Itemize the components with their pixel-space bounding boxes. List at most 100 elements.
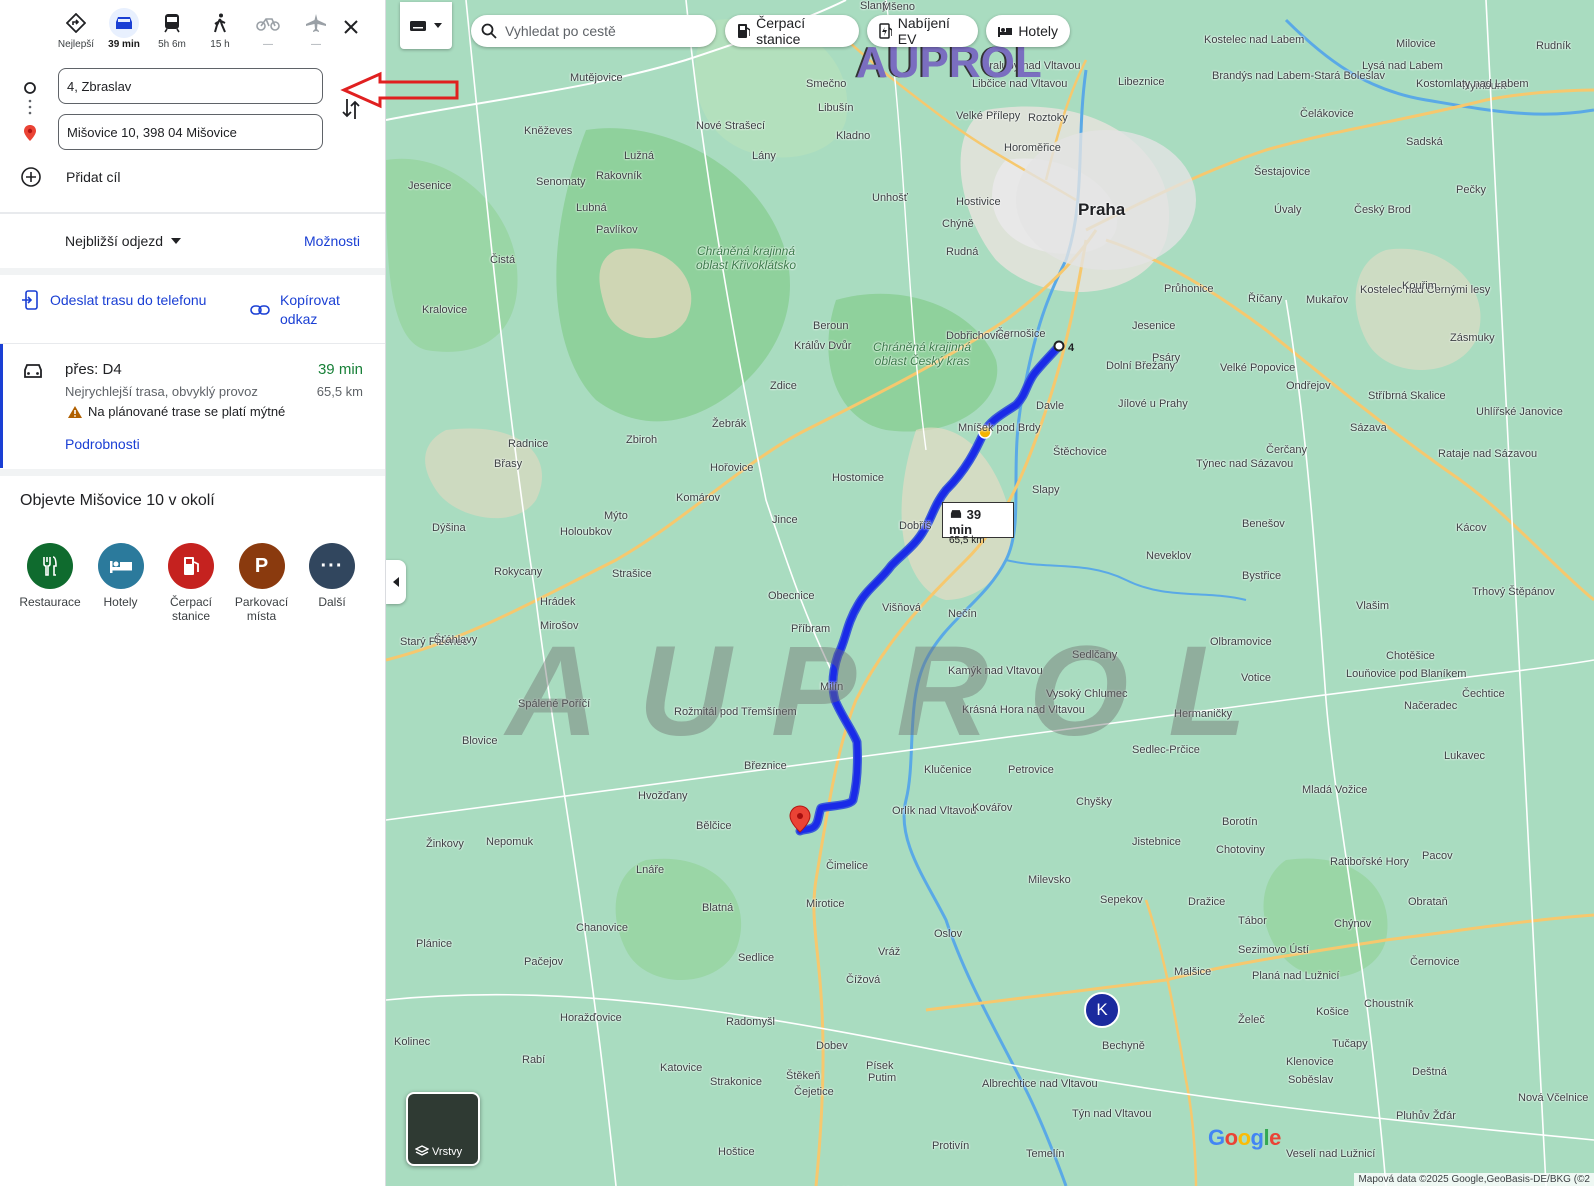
travel-mode-label: — xyxy=(263,39,273,50)
origin-input[interactable] xyxy=(58,68,323,104)
travel-mode-car[interactable]: 39 min xyxy=(100,8,148,60)
close-icon[interactable] xyxy=(338,14,364,40)
ev-charging-chip-label: Nabíjení EV xyxy=(897,15,950,47)
category-parking[interactable]: P Parkovací místa xyxy=(226,543,298,623)
hotels-chip[interactable]: Hotely xyxy=(986,15,1070,47)
divider xyxy=(0,268,385,275)
gas-stations-chip[interactable]: Čerpací stanice xyxy=(725,15,859,47)
collapse-panel-button[interactable] xyxy=(386,560,406,604)
bike-icon xyxy=(253,8,283,38)
link-icon xyxy=(250,305,270,315)
car-icon xyxy=(950,510,962,518)
directions-panel: Nejlepší 39 min 5h 6m 15 h — — Přidat cíl Nej… xyxy=(0,0,386,1186)
route-duration-callout[interactable]: 39 min 65,5 km xyxy=(942,502,1014,546)
best-route-icon xyxy=(61,8,91,38)
route-details-link[interactable]: Podrobnosti xyxy=(65,436,140,452)
add-circle-icon xyxy=(21,167,41,187)
departure-label: Nejbližší odjezd xyxy=(65,233,164,249)
ev-charging-icon xyxy=(879,23,892,39)
category-more[interactable]: ··· Další xyxy=(296,543,368,609)
user-avatar-marker[interactable]: K xyxy=(1084,992,1120,1028)
divider xyxy=(0,469,385,476)
hotels-chip-label: Hotely xyxy=(1018,23,1058,39)
search-along-route-input[interactable]: Vyhledat po cestě xyxy=(471,15,716,47)
gas-stations-chip-label: Čerpací stanice xyxy=(756,15,806,47)
keyboard-icon xyxy=(410,20,426,31)
gas-station-icon xyxy=(168,543,214,589)
category-hotel[interactable]: Hotely xyxy=(85,543,157,609)
send-to-phone-icon xyxy=(22,290,38,310)
travel-mode-bike[interactable]: — xyxy=(244,8,292,60)
category-label: Parkovací xyxy=(234,595,289,609)
options-button[interactable]: Možnosti xyxy=(304,233,360,249)
transit-icon xyxy=(157,8,187,38)
route-via: přes: D4 xyxy=(65,361,122,378)
travel-mode-plane[interactable]: — xyxy=(292,8,340,60)
google-logo-letter: o xyxy=(1237,1125,1251,1150)
car-icon xyxy=(24,364,42,378)
route-distance: 65,5 km xyxy=(316,384,363,399)
travel-mode-label: 39 min xyxy=(108,39,140,50)
destination-input[interactable] xyxy=(58,114,323,150)
copy-link-line-1: Kopírovat xyxy=(280,292,340,308)
dropdown-arrow-icon xyxy=(434,23,442,28)
copy-link-label: Kopírovat odkaz xyxy=(280,291,340,329)
dots-connector-icon xyxy=(22,98,38,121)
travel-mode-bar: Nejlepší 39 min 5h 6m 15 h — — xyxy=(52,8,340,60)
search-icon xyxy=(481,23,497,39)
search-placeholder: Vyhledat po cestě xyxy=(505,23,616,39)
annotation-arrow xyxy=(340,71,459,109)
plane-icon xyxy=(301,8,331,38)
car-icon xyxy=(109,8,139,38)
travel-mode-label: Nejlepší xyxy=(57,39,95,50)
departure-dropdown[interactable]: Nejbližší odjezd xyxy=(65,233,182,249)
chevron-left-icon xyxy=(393,577,399,587)
travel-mode-label: 15 h xyxy=(210,39,230,50)
layers-icon xyxy=(415,1145,429,1156)
category-gas-station[interactable]: Čerpací stanice xyxy=(155,543,227,623)
add-destination-button[interactable]: Přidat cíl xyxy=(20,166,120,188)
keyboard-shortcut-button[interactable] xyxy=(400,2,452,49)
category-label: Čerpací xyxy=(169,595,213,609)
watermark-text: AUPROL xyxy=(506,620,1287,763)
travel-mode-label: — xyxy=(311,39,321,50)
layers-label: Vrstvy xyxy=(432,1146,463,1158)
more-icon: ··· xyxy=(309,543,355,589)
google-logo-letter: G xyxy=(1208,1125,1225,1150)
dropdown-arrow-icon xyxy=(171,238,182,244)
layers-button[interactable]: Vrstvy xyxy=(406,1092,480,1166)
hotel-icon xyxy=(998,27,1013,37)
route-card[interactable]: přes: D4 39 min Nejrychlejší trasa, obvy… xyxy=(0,344,385,468)
travel-mode-best-route[interactable]: Nejlepší xyxy=(52,8,100,60)
restaurant-icon xyxy=(27,543,73,589)
ev-charging-chip[interactable]: Nabíjení EV xyxy=(867,15,978,47)
warning-icon xyxy=(68,405,82,418)
travel-mode-walk[interactable]: 15 h xyxy=(196,8,244,60)
map-attribution[interactable]: Mapová data ©2025 Google,GeoBasis-DE/BKG… xyxy=(1354,1173,1594,1186)
google-logo: Google xyxy=(1208,1125,1281,1151)
send-to-phone-button[interactable]: Odeslat trasu do telefonu xyxy=(22,290,206,310)
toll-warning-text: Na plánované trase se platí mýtné xyxy=(88,404,286,419)
google-logo-letter: g xyxy=(1250,1125,1264,1150)
category-restaurant[interactable]: Restaurace xyxy=(14,543,86,609)
send-to-phone-label: Odeslat trasu do telefonu xyxy=(50,292,207,308)
google-logo-letter: e xyxy=(1269,1125,1281,1150)
category-label: Další xyxy=(318,595,346,609)
copy-link-button[interactable]: Kopírovat odkaz xyxy=(250,291,340,329)
category-label: Restaurace xyxy=(19,595,81,609)
route-callout-distance: 65,5 km xyxy=(949,535,985,546)
route-description: Nejrychlejší trasa, obvyklý provoz xyxy=(65,384,258,399)
gas-station-icon xyxy=(738,24,751,38)
travel-mode-label: 5h 6m xyxy=(158,39,186,50)
category-label: Hotely xyxy=(103,595,138,609)
category-label: stanice xyxy=(171,609,211,623)
google-logo-letter: o xyxy=(1224,1125,1238,1150)
travel-mode-transit[interactable]: 5h 6m xyxy=(148,8,196,60)
add-destination-label: Přidat cíl xyxy=(66,169,121,185)
nearby-title: Objevte Mišovice 10 v okolí xyxy=(20,492,215,509)
hotel-icon xyxy=(97,543,144,589)
copy-link-line-2: odkaz xyxy=(280,311,318,327)
map-canvas[interactable]: 4 Praha Beroun Dobříš Příbram Milín Mníšek po… xyxy=(386,0,1594,1186)
divider xyxy=(0,212,385,214)
destination-pin-icon xyxy=(22,124,38,147)
